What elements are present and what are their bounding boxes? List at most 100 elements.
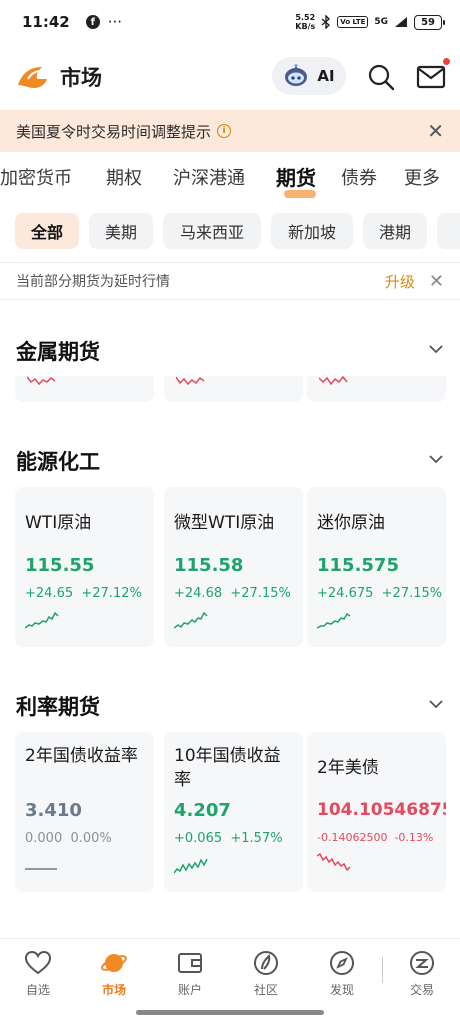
region-filter-chips: 全部 美期 马来西亚 新加坡 港期 <box>0 212 460 252</box>
tab-futures[interactable]: 期货 <box>276 162 316 191</box>
futures-card-mini-crude[interactable]: 迷你原油 115.575 +24.675 +27.15% <box>307 487 446 647</box>
nav-community[interactable]: 社区 <box>236 949 296 998</box>
contract-name: 迷你原油 <box>317 513 385 533</box>
sparkline-up <box>174 858 208 874</box>
price-change: 0.000 0.00% <box>25 831 112 846</box>
search-icon[interactable] <box>366 62 396 92</box>
change-percent: -0.13% <box>394 831 434 844</box>
facebook-icon: f <box>85 15 100 29</box>
change-value: 0.000 <box>25 831 63 846</box>
tab-options[interactable]: 期权 <box>106 164 142 190</box>
sparkline-up <box>317 612 351 629</box>
chip-hk-futures[interactable]: 港期 <box>363 213 427 249</box>
robot-icon <box>285 64 308 86</box>
mail-icon <box>416 65 446 89</box>
nav-market[interactable]: 市场 <box>84 949 144 998</box>
nav-trade[interactable]: 交易 <box>392 949 452 998</box>
contract-name: 微型WTI原油 <box>174 513 275 533</box>
metal-card-partial[interactable] <box>15 376 154 402</box>
tab-more[interactable]: 更多 <box>404 164 440 190</box>
nav-discover[interactable]: 发现 <box>312 949 372 998</box>
chevron-down-icon[interactable] <box>428 454 444 464</box>
contract-name: WTI原油 <box>25 513 92 533</box>
sparkline-down <box>27 376 56 386</box>
nav-label: 社区 <box>253 983 278 997</box>
close-icon[interactable]: ✕ <box>427 119 444 143</box>
section-title-metal: 金属期货 <box>16 340 100 364</box>
chevron-down-icon[interactable] <box>428 699 444 709</box>
compass-icon <box>330 951 354 975</box>
close-icon[interactable]: ✕ <box>429 271 444 292</box>
nav-label: 交易 <box>409 983 434 997</box>
ai-label: AI <box>317 67 335 85</box>
chip-malaysia[interactable]: 马来西亚 <box>163 213 261 249</box>
metal-card-partial[interactable] <box>164 376 303 402</box>
market-tabs: 加密货币 期权 沪深港通 期货 债券 更多 <box>0 156 460 202</box>
delay-text: 当前部分期货为延时行情 <box>16 274 170 290</box>
active-tab-underline <box>284 190 316 198</box>
status-more: ··· <box>107 13 123 31</box>
futures-card-10y-yield[interactable]: 10年国债收益率 4.207 +0.065 +1.57% <box>164 732 303 892</box>
status-time: 11:42 <box>22 13 70 31</box>
ai-assistant-button[interactable]: AI <box>272 57 346 95</box>
sparkline-up <box>174 611 208 629</box>
price-change: +24.65 +27.12% <box>25 586 142 601</box>
tab-stock-connect[interactable]: 沪深港通 <box>173 164 245 190</box>
price-change: +24.675 +27.15% <box>317 586 442 601</box>
change-value: -0.14062500 <box>317 831 388 844</box>
sparkline-down <box>319 376 348 386</box>
brand-logo-icon <box>18 67 47 88</box>
message-button[interactable] <box>415 58 450 92</box>
change-percent: +27.12% <box>81 586 142 601</box>
net-speed-value: 5.52 <box>295 13 316 22</box>
nav-label: 账户 <box>177 983 202 997</box>
heart-icon <box>24 950 52 975</box>
net-speed: 5.52 KB/s <box>295 13 315 31</box>
last-price: 115.575 <box>317 555 399 576</box>
sparkline-flat <box>25 868 57 870</box>
sparkline-down <box>317 852 351 872</box>
section-title-energy: 能源化工 <box>16 450 100 474</box>
nav-account[interactable]: 账户 <box>160 949 220 998</box>
section-title-rates: 利率期货 <box>16 695 100 719</box>
futures-card-2y-yield[interactable]: 2年国债收益率 3.410 0.000 0.00% <box>15 732 154 892</box>
planet-icon <box>101 954 127 972</box>
signal-label: 5G <box>374 17 389 27</box>
price-change: -0.14062500 -0.13% <box>317 831 433 844</box>
futures-card-wti[interactable]: WTI原油 115.55 +24.65 +27.12% <box>15 487 154 647</box>
dst-notice-banner[interactable]: 美国夏令时交易时间调整提示 i ✕ <box>0 110 460 152</box>
change-percent: +1.57% <box>230 831 283 846</box>
bluetooth-icon <box>321 15 331 29</box>
header: 市场 AI <box>0 50 460 104</box>
last-price: 115.55 <box>25 555 95 576</box>
info-icon[interactable]: i <box>217 124 232 138</box>
futures-card-2y-treasury[interactable]: 2年美债 104.10546875 -0.14062500 -0.13% <box>307 732 446 892</box>
upgrade-link[interactable]: 升级 <box>385 271 415 292</box>
net-speed-unit: KB/s <box>295 22 316 31</box>
nav-watchlist[interactable]: 自选 <box>8 949 68 998</box>
metal-card-partial[interactable] <box>307 376 446 402</box>
trade-icon <box>410 951 434 975</box>
nav-divider <box>382 957 383 983</box>
contract-name: 10年国债收益率 <box>174 746 281 790</box>
change-value: +24.65 <box>25 586 74 601</box>
nav-label: 自选 <box>25 983 50 997</box>
delay-notice-bar: 当前部分期货为延时行情 升级 ✕ <box>0 262 460 300</box>
last-price: 115.58 <box>174 555 244 576</box>
chevron-down-icon[interactable] <box>428 344 444 354</box>
price-change: +0.065 +1.57% <box>174 831 283 846</box>
chip-more-partial[interactable] <box>437 213 460 249</box>
chip-singapore[interactable]: 新加坡 <box>271 213 353 249</box>
chip-us-futures[interactable]: 美期 <box>89 213 153 249</box>
change-value: +0.065 <box>174 831 223 846</box>
last-price: 104.10546875 <box>317 800 446 820</box>
community-icon <box>254 951 278 975</box>
tab-crypto[interactable]: 加密货币 <box>0 164 72 190</box>
futures-card-micro-wti[interactable]: 微型WTI原油 115.58 +24.68 +27.15% <box>164 487 303 647</box>
chip-all[interactable]: 全部 <box>15 213 79 249</box>
notice-text: 美国夏令时交易时间调整提示 <box>16 122 212 141</box>
last-price: 3.410 <box>25 800 82 821</box>
tab-bonds[interactable]: 债券 <box>341 164 377 190</box>
change-percent: +27.15% <box>381 586 443 601</box>
wallet-icon <box>178 953 202 973</box>
